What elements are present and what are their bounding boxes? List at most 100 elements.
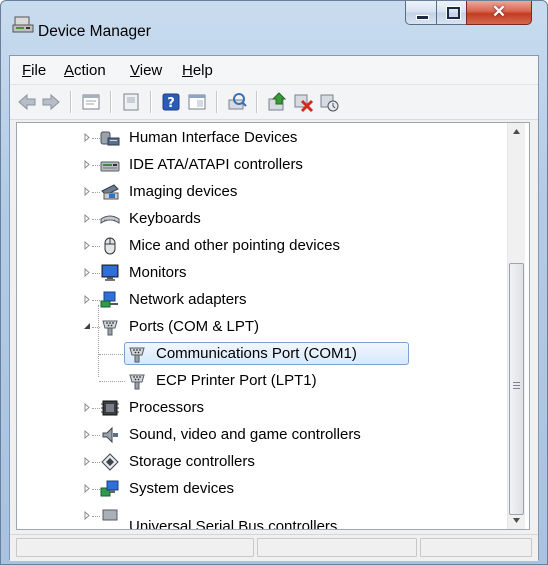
vertical-scrollbar[interactable] xyxy=(507,123,525,529)
menu-help-accel: H xyxy=(182,62,193,79)
tree-child-item[interactable]: Communications Port (COM1) xyxy=(17,341,507,367)
menu-action-accel: A xyxy=(64,62,75,79)
expand-arrow-icon[interactable] xyxy=(83,214,91,223)
tree-item-label: Monitors xyxy=(129,264,187,281)
tree-connector xyxy=(99,354,125,355)
window-title: Device Manager xyxy=(38,23,151,40)
grip-icon xyxy=(513,382,520,391)
tree-connector xyxy=(92,516,100,517)
tree-child-item[interactable]: ECP Printer Port (LPT1) xyxy=(17,368,507,394)
maximize-icon xyxy=(447,7,460,19)
menu-file-accel: F xyxy=(22,62,32,79)
tree-item-label: Imaging devices xyxy=(129,183,238,200)
forward-icon[interactable] xyxy=(40,91,62,113)
minimize-icon xyxy=(416,15,429,20)
network-adapter-icon xyxy=(100,291,118,308)
port-icon xyxy=(102,320,118,336)
update-driver-icon[interactable] xyxy=(266,91,288,113)
close-button[interactable]: ✕ xyxy=(466,1,532,25)
toolbar-separator xyxy=(70,91,72,113)
expand-arrow-icon[interactable] xyxy=(83,160,91,169)
tree-item-label: Mice and other pointing devices xyxy=(129,237,340,254)
tree-connector xyxy=(92,489,100,490)
menu-action-rest: ction xyxy=(74,62,106,79)
properties-icon[interactable] xyxy=(80,91,102,113)
close-icon: ✕ xyxy=(491,2,507,21)
expand-arrow-icon[interactable] xyxy=(83,133,91,142)
monitor-icon xyxy=(101,264,119,281)
scrollbar-thumb[interactable] xyxy=(509,263,524,515)
tree-category-item[interactable]: Keyboards xyxy=(17,206,507,232)
status-bar xyxy=(10,534,538,561)
menu-file[interactable]: File xyxy=(22,62,46,79)
menu-view-accel: V xyxy=(130,62,140,79)
tree-category-item[interactable]: Universal Serial Bus controllers xyxy=(17,503,507,529)
tree-item-label: Processors xyxy=(129,399,205,416)
expand-arrow-icon[interactable] xyxy=(83,457,91,466)
tree-category-item[interactable]: Network adapters xyxy=(17,287,507,313)
tree-category-item[interactable]: IDE ATA/ATAPI controllers xyxy=(17,152,507,178)
tree-connector xyxy=(92,408,100,409)
tree-category-item[interactable]: Monitors xyxy=(17,260,507,286)
menu-help-rest: elp xyxy=(192,62,213,79)
sound-icon xyxy=(102,426,118,444)
expand-arrow-icon[interactable] xyxy=(83,403,91,412)
expand-arrow-icon[interactable] xyxy=(83,484,91,493)
menu-view[interactable]: View xyxy=(130,62,162,79)
help-icon[interactable]: ? xyxy=(160,91,182,113)
tree-item-label: Sound, video and game controllers xyxy=(129,426,361,443)
tree-category-item[interactable]: Ports (COM & LPT) xyxy=(17,314,507,340)
storage-icon xyxy=(101,453,119,471)
tree-item-label: Network adapters xyxy=(129,291,247,308)
minimize-button[interactable] xyxy=(405,1,437,25)
show-hide-console-icon[interactable] xyxy=(186,91,208,113)
expand-arrow-icon[interactable] xyxy=(83,241,91,250)
scroll-up-icon[interactable] xyxy=(508,123,525,140)
tree-category-item[interactable]: Processors xyxy=(17,395,507,421)
toolbar-separator xyxy=(150,91,152,113)
processor-icon xyxy=(101,400,119,416)
tree-connector xyxy=(99,381,125,382)
collapse-arrow-icon[interactable] xyxy=(83,322,91,331)
scan-hardware-icon[interactable] xyxy=(226,91,248,113)
toolbar-separator xyxy=(216,91,218,113)
tree-category-item[interactable]: Mice and other pointing devices xyxy=(17,233,507,259)
tree-item-label: ECP Printer Port (LPT1) xyxy=(156,372,317,389)
expand-arrow-icon[interactable] xyxy=(83,187,91,196)
expand-arrow-icon[interactable] xyxy=(83,430,91,439)
tree-category-item[interactable]: System devices xyxy=(17,476,507,502)
tree-item-label: Ports (COM & LPT) xyxy=(129,318,260,335)
tree-category-item[interactable]: Storage controllers xyxy=(17,449,507,475)
tree-category-item[interactable]: Sound, video and game controllers xyxy=(17,422,507,448)
port-icon xyxy=(129,347,145,363)
expand-arrow-icon[interactable] xyxy=(83,268,91,277)
tree-connector xyxy=(92,327,100,328)
system-device-icon xyxy=(100,480,119,497)
tree-connector xyxy=(92,138,100,139)
expand-arrow-icon[interactable] xyxy=(83,511,91,520)
menu-action[interactable]: Action xyxy=(64,62,106,79)
tree-category-item[interactable]: Imaging devices xyxy=(17,179,507,205)
toolbar-separator xyxy=(110,91,112,113)
maximize-button[interactable] xyxy=(436,1,467,25)
tree-connector xyxy=(92,273,100,274)
svg-text:?: ? xyxy=(167,96,175,111)
update-icon[interactable] xyxy=(120,91,142,113)
toolbar: ? xyxy=(10,85,538,120)
tree-connector xyxy=(92,165,100,166)
mouse-icon xyxy=(104,237,116,255)
scroll-down-icon[interactable] xyxy=(508,512,525,529)
keyboard-icon xyxy=(100,215,120,224)
disable-device-icon[interactable] xyxy=(292,91,314,113)
device-manager-window: Device Manager ✕ File Action View Help ? xyxy=(0,0,548,565)
device-tree[interactable]: Human Interface Devices IDE ATA/ATAPI con… xyxy=(16,122,530,530)
uninstall-device-icon[interactable] xyxy=(318,91,340,113)
hid-icon xyxy=(100,131,120,146)
back-icon[interactable] xyxy=(16,91,38,113)
imaging-device-icon xyxy=(101,184,119,200)
expand-arrow-icon[interactable] xyxy=(83,295,91,304)
tree-category-item[interactable]: Human Interface Devices xyxy=(17,125,507,151)
status-pane xyxy=(257,538,417,557)
title-bar[interactable]: Device Manager ✕ xyxy=(1,1,547,43)
menu-help[interactable]: Help xyxy=(182,62,213,79)
